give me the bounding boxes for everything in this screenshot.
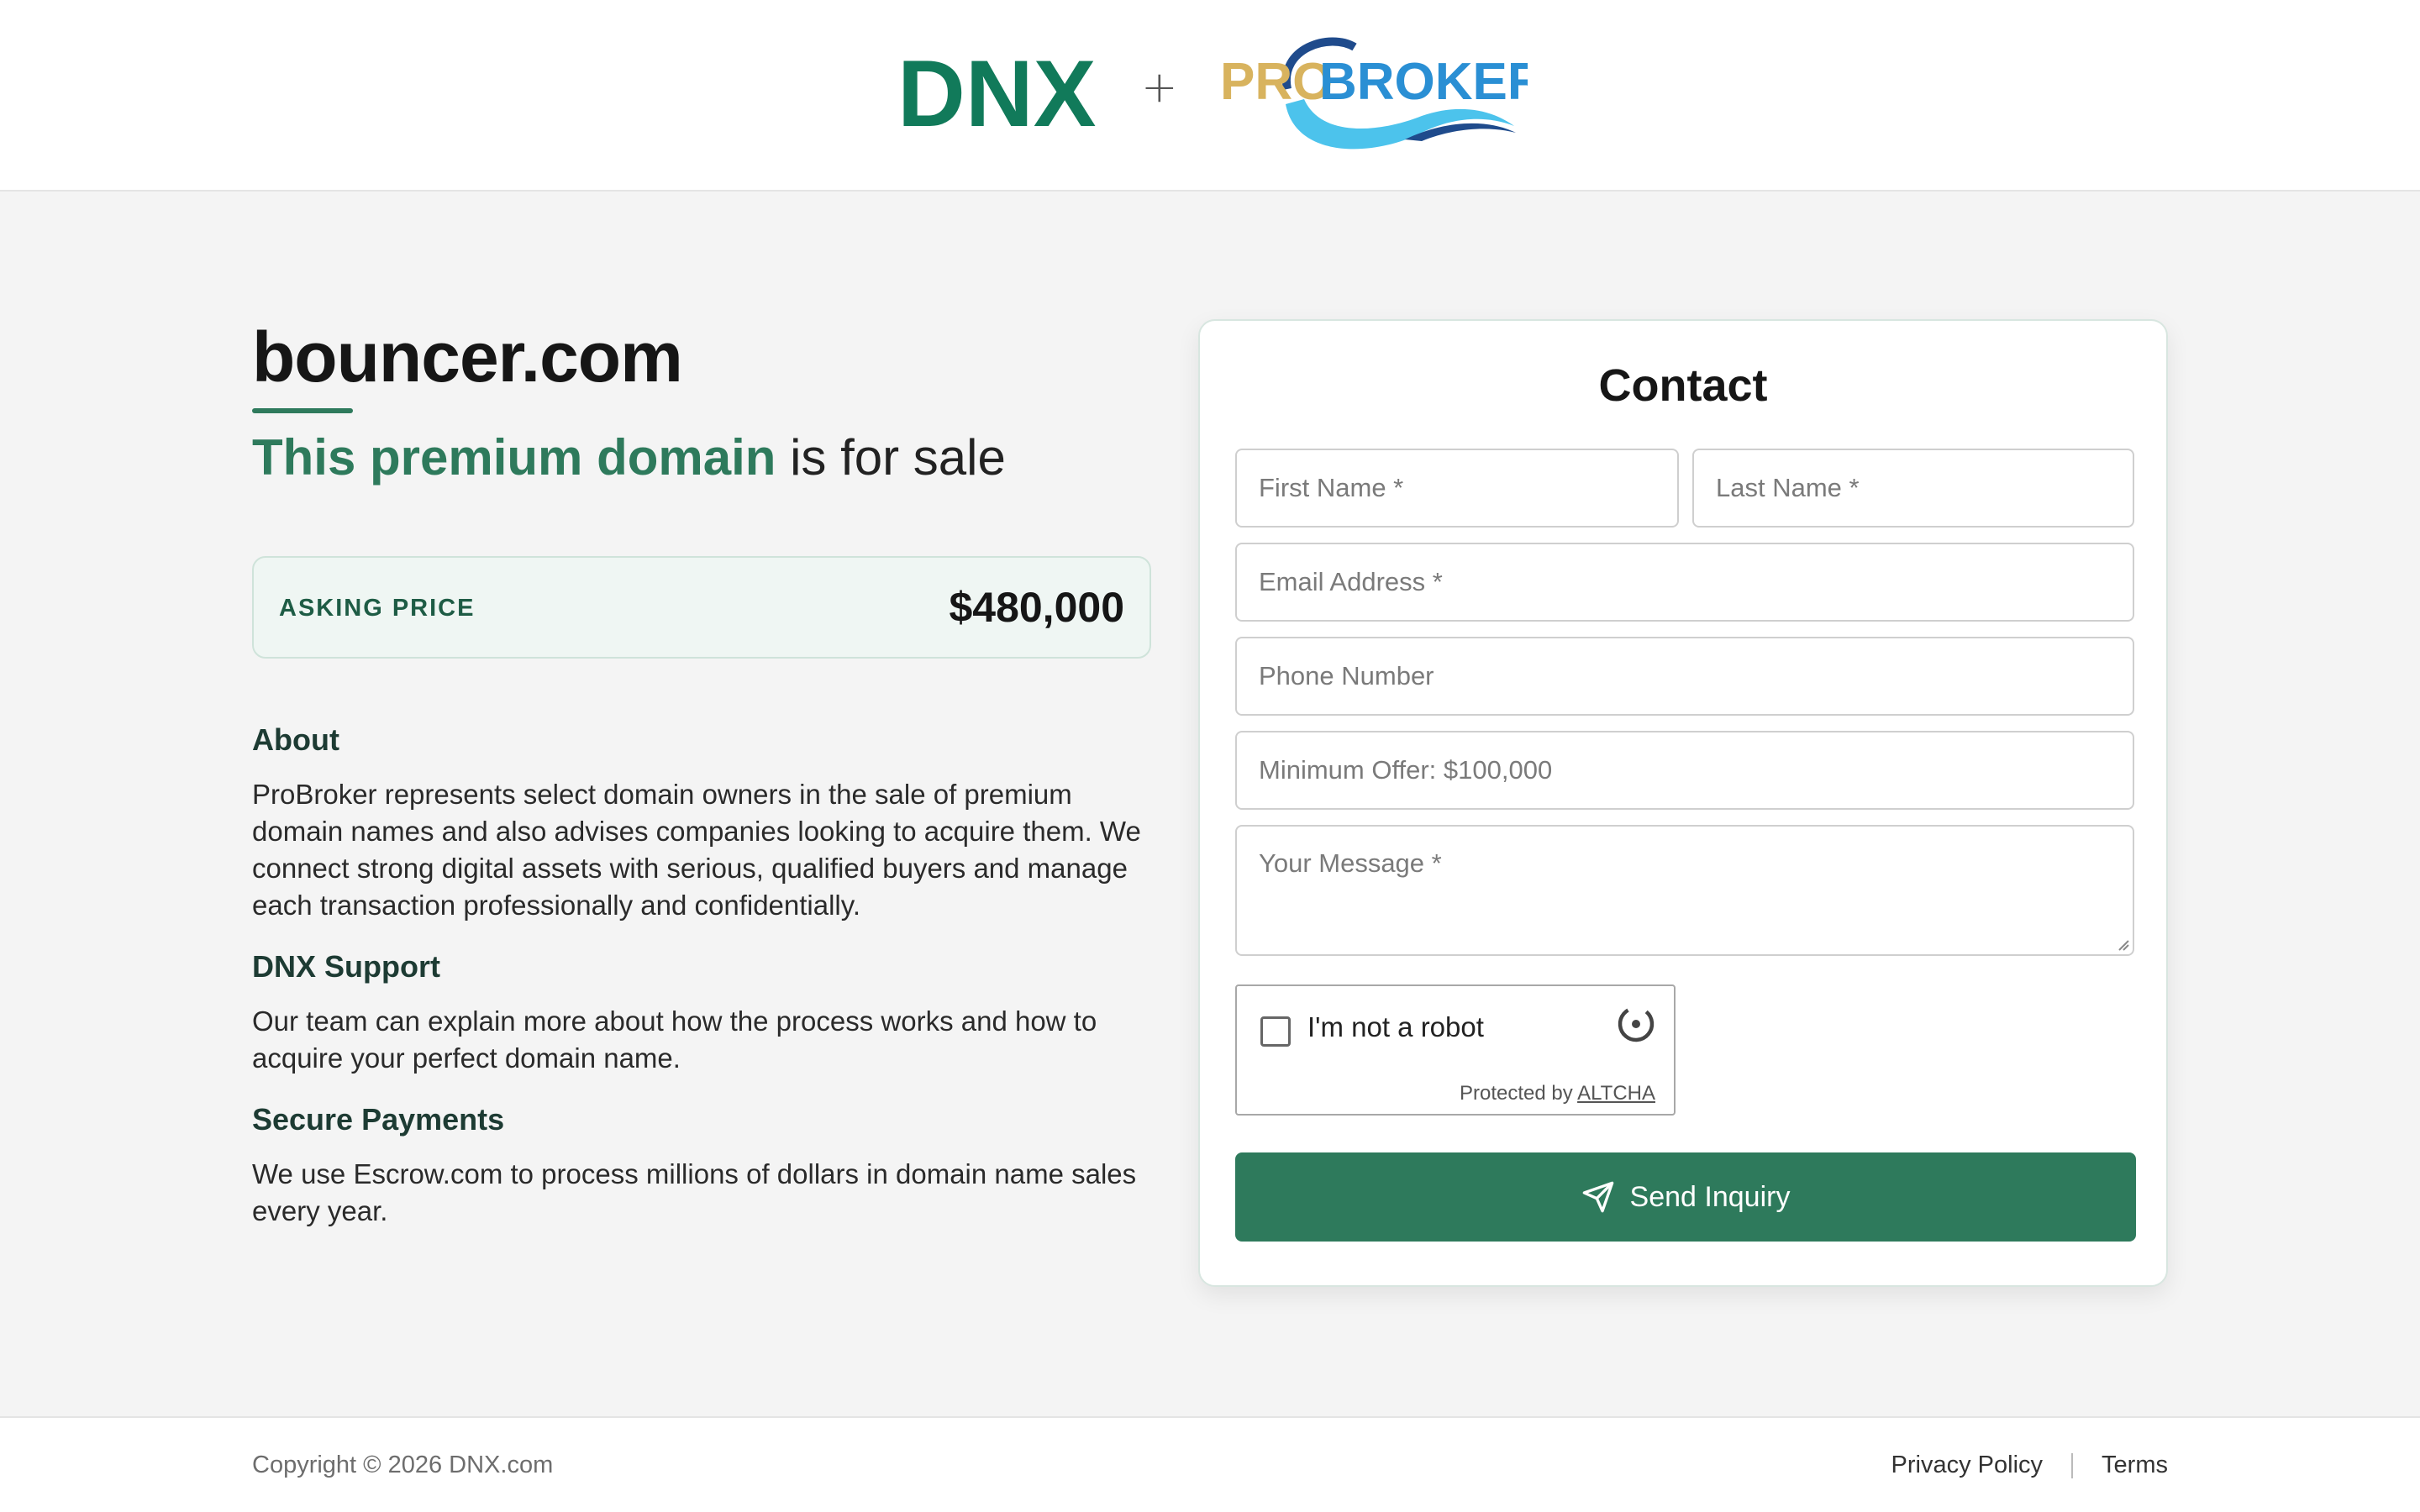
asking-price-label: ASKING PRICE <box>279 595 476 622</box>
probroker-logo[interactable]: PRO BROKER <box>1220 32 1528 158</box>
site-header: DNX + PRO BROKER <box>0 0 2420 192</box>
about-heading: About <box>252 722 339 757</box>
asking-price-value: $480,000 <box>949 584 1124 631</box>
domain-name: bouncer.com <box>252 318 683 396</box>
first-name-field[interactable]: First Name * <box>1235 449 1679 528</box>
message-placeholder: Your Message * <box>1259 848 1442 878</box>
support-heading: DNX Support <box>252 949 440 984</box>
privacy-policy-link[interactable]: Privacy Policy <box>1891 1452 2044 1479</box>
tagline-rest: is for sale <box>776 429 1006 486</box>
offer-field[interactable]: Minimum Offer: $100,000 <box>1235 731 2134 810</box>
site-footer: Copyright © 2026 DNX.com Privacy Policy … <box>0 1416 2420 1512</box>
captcha-protected-text: Protected by <box>1460 1082 1573 1105</box>
captcha-widget: I'm not a robot Protected by ALTCHA <box>1235 984 1676 1116</box>
plus-sign: + <box>1141 62 1178 113</box>
altcha-link[interactable]: ALTCHA <box>1577 1082 1655 1105</box>
footer-divider <box>2071 1452 2074 1478</box>
about-text: ProBroker represents select domain owner… <box>252 779 1141 921</box>
last-name-field[interactable]: Last Name * <box>1692 449 2134 528</box>
send-inquiry-button[interactable]: Send Inquiry <box>1235 1152 2136 1242</box>
altcha-refresh-icon <box>1618 1005 1655 1042</box>
captcha-protected-by: Protected by ALTCHA <box>1460 1082 1655 1105</box>
title-underline <box>252 408 353 413</box>
dnx-logo-text: DNX <box>897 49 1096 136</box>
dnx-logo[interactable]: DNX <box>897 49 1099 136</box>
email-field[interactable]: Email Address * <box>1235 543 2134 622</box>
resize-grip-icon[interactable] <box>2116 937 2129 951</box>
info-section: About ProBroker represents select domain… <box>252 722 1160 1255</box>
contact-title: Contact <box>1598 360 1768 411</box>
terms-link[interactable]: Terms <box>2102 1452 2168 1479</box>
probroker-logo-part1: PRO <box>1220 53 1333 111</box>
support-text: Our team can explain more about how the … <box>252 1005 1097 1074</box>
captcha-checkbox[interactable] <box>1260 1016 1291 1047</box>
payments-heading: Secure Payments <box>252 1102 505 1137</box>
captcha-label: I'm not a robot <box>1307 1011 1484 1042</box>
phone-field[interactable]: Phone Number <box>1235 637 2134 716</box>
send-inquiry-label: Send Inquiry <box>1629 1180 1791 1213</box>
contact-card: Contact First Name * Last Name * Email A… <box>1198 319 2168 1287</box>
footer-links: Privacy Policy Terms <box>1891 1452 2168 1479</box>
asking-price-box: ASKING PRICE $480,000 <box>252 556 1151 659</box>
payments-text: We use Escrow.com to process millions of… <box>252 1158 1137 1226</box>
tagline-highlight: This premium domain <box>252 429 776 486</box>
paper-plane-icon <box>1582 1181 1613 1213</box>
copyright: Copyright © 2026 DNX.com <box>252 1452 554 1478</box>
tagline: This premium domain is for sale <box>252 425 1153 491</box>
message-field[interactable]: Your Message * <box>1235 825 2134 956</box>
probroker-logo-part2: BROKER <box>1319 53 1528 111</box>
domain-heading: bouncer.com This premium domain is for s… <box>252 311 1153 491</box>
